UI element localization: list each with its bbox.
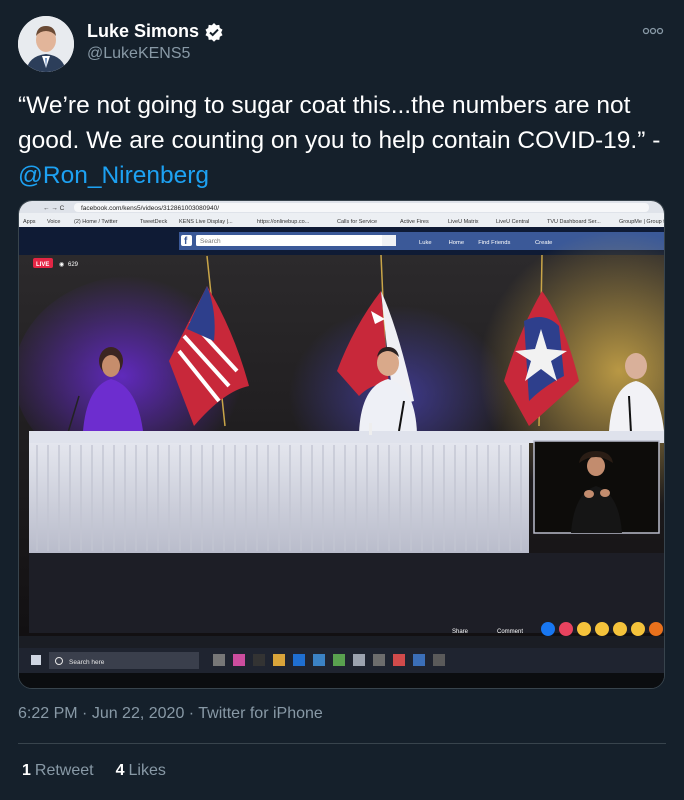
meta-separator: · bbox=[77, 705, 92, 722]
taskbar-app-icon bbox=[293, 654, 305, 666]
retweets-count: 1 bbox=[22, 762, 31, 779]
bookmark-item: GroupMe | Group t... bbox=[619, 219, 664, 225]
taskbar-app-icon bbox=[433, 654, 445, 666]
taskbar-app-icon bbox=[393, 654, 405, 666]
avatar-image bbox=[18, 16, 74, 72]
taskbar-app-icon bbox=[333, 654, 345, 666]
photo-of-monitor: ← → C facebook.com/kens5/videos/31286100… bbox=[19, 201, 664, 688]
facebook-nav-item: Luke bbox=[419, 240, 432, 246]
browser-url: facebook.com/kens5/videos/31286100308094… bbox=[81, 205, 219, 212]
tweet-photo[interactable]: ← → C facebook.com/kens5/videos/31286100… bbox=[18, 200, 665, 689]
verified-badge-icon bbox=[205, 22, 223, 42]
bookmark-item: TweetDeck bbox=[140, 219, 167, 225]
taskbar-app-icon bbox=[253, 654, 265, 666]
more-options-icon[interactable] bbox=[642, 25, 664, 37]
likes-stat[interactable]: 4 Likes bbox=[116, 762, 166, 780]
facebook-nav-item: Find Friends bbox=[478, 240, 510, 246]
author-name-row[interactable]: Luke Simons bbox=[87, 21, 224, 42]
tweet-time[interactable]: 6:22 PM bbox=[18, 705, 78, 722]
bookmark-item: LiveU Matrix bbox=[448, 219, 479, 225]
facebook-search-placeholder: Search bbox=[200, 238, 221, 245]
tweet-text: “We’re not going to sugar coat this...th… bbox=[18, 88, 666, 193]
bookmark-item: Voice bbox=[47, 219, 60, 225]
bookmark-item: Calls for Service bbox=[337, 219, 377, 225]
eye-icon: ◉ bbox=[59, 262, 64, 268]
retweets-label: Retweet bbox=[34, 762, 94, 779]
taskbar-search: Search here bbox=[69, 659, 105, 666]
comment-button: Comment bbox=[497, 629, 523, 635]
taskbar-app-icon bbox=[413, 654, 425, 666]
bookmark-item: Active Fires bbox=[400, 219, 429, 225]
taskbar-app-icon bbox=[233, 654, 245, 666]
facebook-nav-item: Home bbox=[449, 240, 464, 246]
engagement-stats: 1 Retweet 4 Likes bbox=[22, 762, 166, 780]
browser-nav-icons: ← → C bbox=[43, 205, 65, 212]
tweet-source[interactable]: Twitter for iPhone bbox=[198, 705, 323, 722]
divider bbox=[18, 743, 666, 744]
meta-separator: · bbox=[184, 705, 199, 722]
bookmark-item: TVU Dashboard Ser... bbox=[547, 219, 601, 225]
tweet-body: “We’re not going to sugar coat this...th… bbox=[18, 92, 661, 154]
share-button: Share bbox=[452, 629, 469, 635]
taskbar-app-icon bbox=[213, 654, 225, 666]
avatar[interactable] bbox=[18, 16, 74, 72]
bookmark-item: (2) Home / Twitter bbox=[74, 219, 118, 225]
tweet-date[interactable]: Jun 22, 2020 bbox=[92, 705, 185, 722]
retweets-stat[interactable]: 1 Retweet bbox=[22, 762, 94, 780]
taskbar-app-icon bbox=[273, 654, 285, 666]
tweet-meta: 6:22 PM · Jun 22, 2020 · Twitter for iPh… bbox=[18, 705, 323, 723]
facebook-nav-item: Create bbox=[535, 240, 552, 246]
taskbar-app-icon bbox=[353, 654, 365, 666]
bookmark-item: https://onlinebup.co... bbox=[257, 219, 310, 225]
live-badge-label: LIVE bbox=[36, 262, 49, 268]
taskbar-app-icon bbox=[313, 654, 325, 666]
bookmark-item: Apps bbox=[23, 219, 36, 225]
viewer-count: 629 bbox=[68, 262, 79, 268]
taskbar-app-icon bbox=[373, 654, 385, 666]
author-name[interactable]: Luke Simons bbox=[87, 21, 199, 42]
bookmark-item: KENS Live Display |... bbox=[179, 219, 233, 225]
author-handle[interactable]: @LukeKENS5 bbox=[87, 45, 190, 63]
likes-label: Likes bbox=[128, 762, 166, 779]
likes-count: 4 bbox=[115, 762, 125, 779]
windows-start-icon bbox=[31, 655, 41, 665]
bookmark-item: LiveU Central bbox=[496, 219, 529, 225]
mention-link[interactable]: @Ron_Nirenberg bbox=[18, 162, 209, 189]
